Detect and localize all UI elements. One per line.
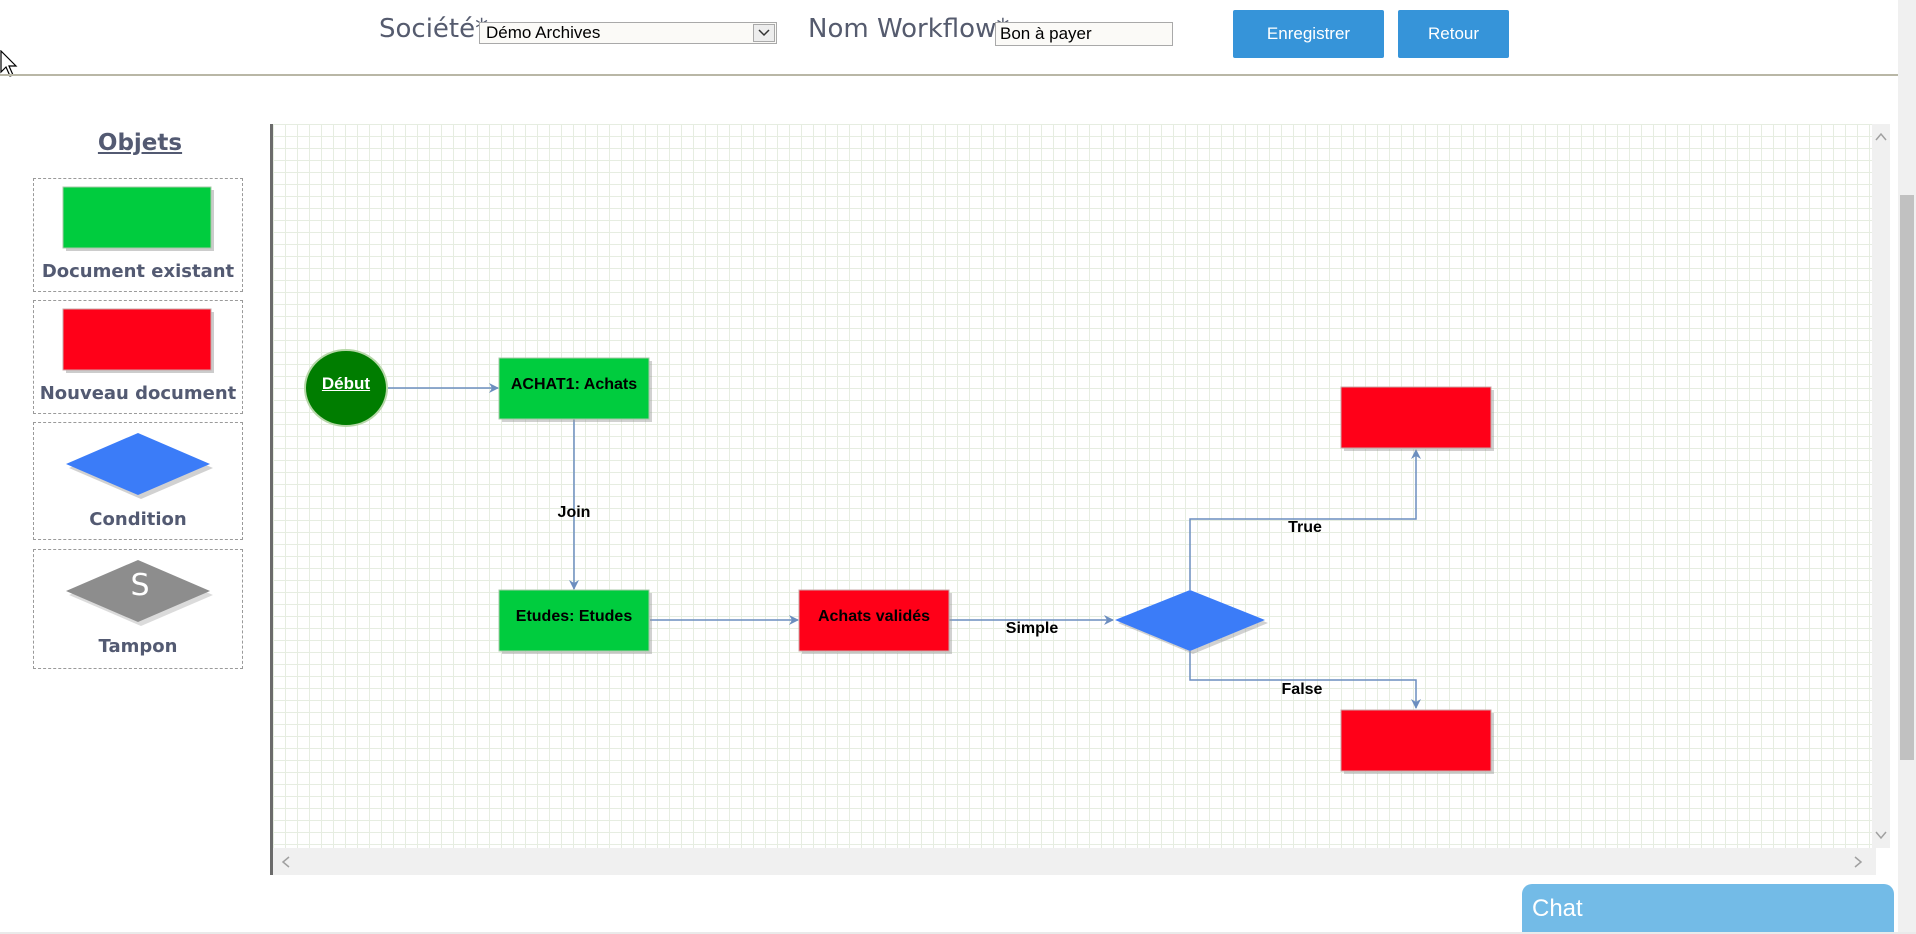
node-true-target[interactable] [1340,386,1494,451]
node-etudes-label: Etudes: Etudes [515,608,633,625]
node-achat1-label: ACHAT1: Achats [510,376,638,393]
edge-condition-false[interactable] [1189,651,1421,709]
chat-widget[interactable]: Chat [1522,884,1894,934]
node-achats-valides-label: Achats validés [817,608,931,625]
node-false-target[interactable] [1340,709,1494,774]
edge-simple-label: Simple [1005,620,1059,637]
edge-true-label: True [1288,519,1322,536]
edge-join-label: Join [557,504,591,521]
start-node-label[interactable]: Début [305,374,387,394]
edge-false-label: False [1281,681,1323,698]
page-scrollbar-thumb[interactable] [1900,195,1914,760]
workflow-diagram [304,349,1494,774]
node-condition[interactable] [1115,590,1268,654]
